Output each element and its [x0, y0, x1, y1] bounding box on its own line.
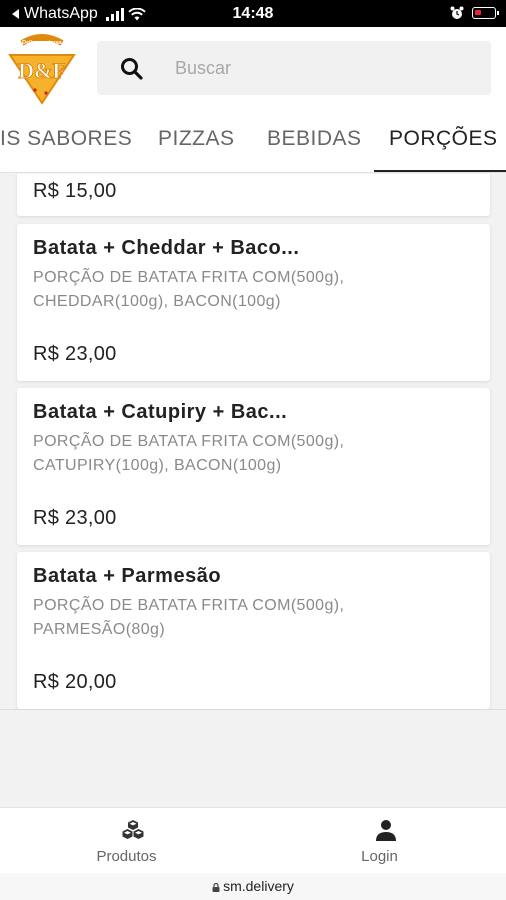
search-box[interactable] [97, 41, 491, 95]
status-time: 14:48 [232, 5, 274, 22]
tab-sabores[interactable]: IS SABORES [0, 127, 132, 151]
product-price: R$ 23,00 [33, 343, 117, 365]
nav-login[interactable]: Login [253, 808, 506, 874]
product-card[interactable]: Batata + Cheddar + Baco... PORÇÃO DE BAT… [17, 224, 490, 381]
browser-url-bar[interactable]: sm.delivery [0, 873, 506, 900]
nav-produtos-label: Produtos [96, 848, 157, 865]
bottom-nav: Produtos Login [0, 807, 506, 873]
product-card[interactable]: R$ 15,00 [17, 174, 490, 216]
status-bar: WhatsApp 14:48 [0, 0, 506, 27]
tab-bebidas[interactable]: BEBIDAS [267, 127, 362, 151]
nav-produtos[interactable]: Produtos [0, 808, 253, 874]
search-icon[interactable] [119, 56, 145, 82]
product-description: PORÇÃO DE BATATA FRITA COM(500g), CHEDDA… [33, 269, 345, 310]
product-name: Batata + Catupiry + Bac... [33, 401, 288, 423]
svg-text:D&F: D&F [18, 58, 66, 83]
product-description: PORÇÃO DE BATATA FRITA COM(500g), CATUPI… [33, 433, 345, 474]
lock-icon [212, 883, 220, 892]
product-card[interactable]: Batata + Catupiry + Bac... PORÇÃO DE BAT… [17, 388, 490, 545]
product-list: R$ 15,00 Batata + Cheddar + Baco... PORÇ… [0, 174, 506, 709]
battery-icon [472, 7, 499, 19]
cubes-icon [122, 820, 144, 839]
product-description: PORÇÃO DE BATATA FRITA COM(500g), PARMES… [33, 597, 345, 638]
product-card[interactable]: Batata + Parmesão PORÇÃO DE BATATA FRITA… [17, 552, 490, 709]
tab-porcoes[interactable]: PORÇÕES [389, 127, 498, 151]
product-name: Batata + Cheddar + Baco... [33, 237, 300, 259]
search-input[interactable] [175, 41, 475, 95]
product-price: R$ 20,00 [33, 671, 117, 693]
nav-login-label: Login [361, 848, 398, 865]
alarm-icon [450, 6, 464, 19]
active-tab-indicator [374, 170, 506, 172]
df-logo[interactable]: Delivery Pizzas D&F [2, 33, 82, 105]
url-text: sm.delivery [223, 878, 294, 894]
product-price: R$ 23,00 [33, 507, 117, 529]
user-icon [376, 820, 396, 841]
product-name: Batata + Parmesão [33, 565, 222, 587]
product-price: R$ 15,00 [33, 180, 117, 202]
tab-pizzas[interactable]: PIZZAS [158, 127, 235, 151]
category-tabs: IS SABORES PIZZAS BEBIDAS PORÇÕES [0, 109, 506, 173]
app-header: Delivery Pizzas D&F [0, 27, 506, 109]
list-divider [0, 709, 506, 710]
